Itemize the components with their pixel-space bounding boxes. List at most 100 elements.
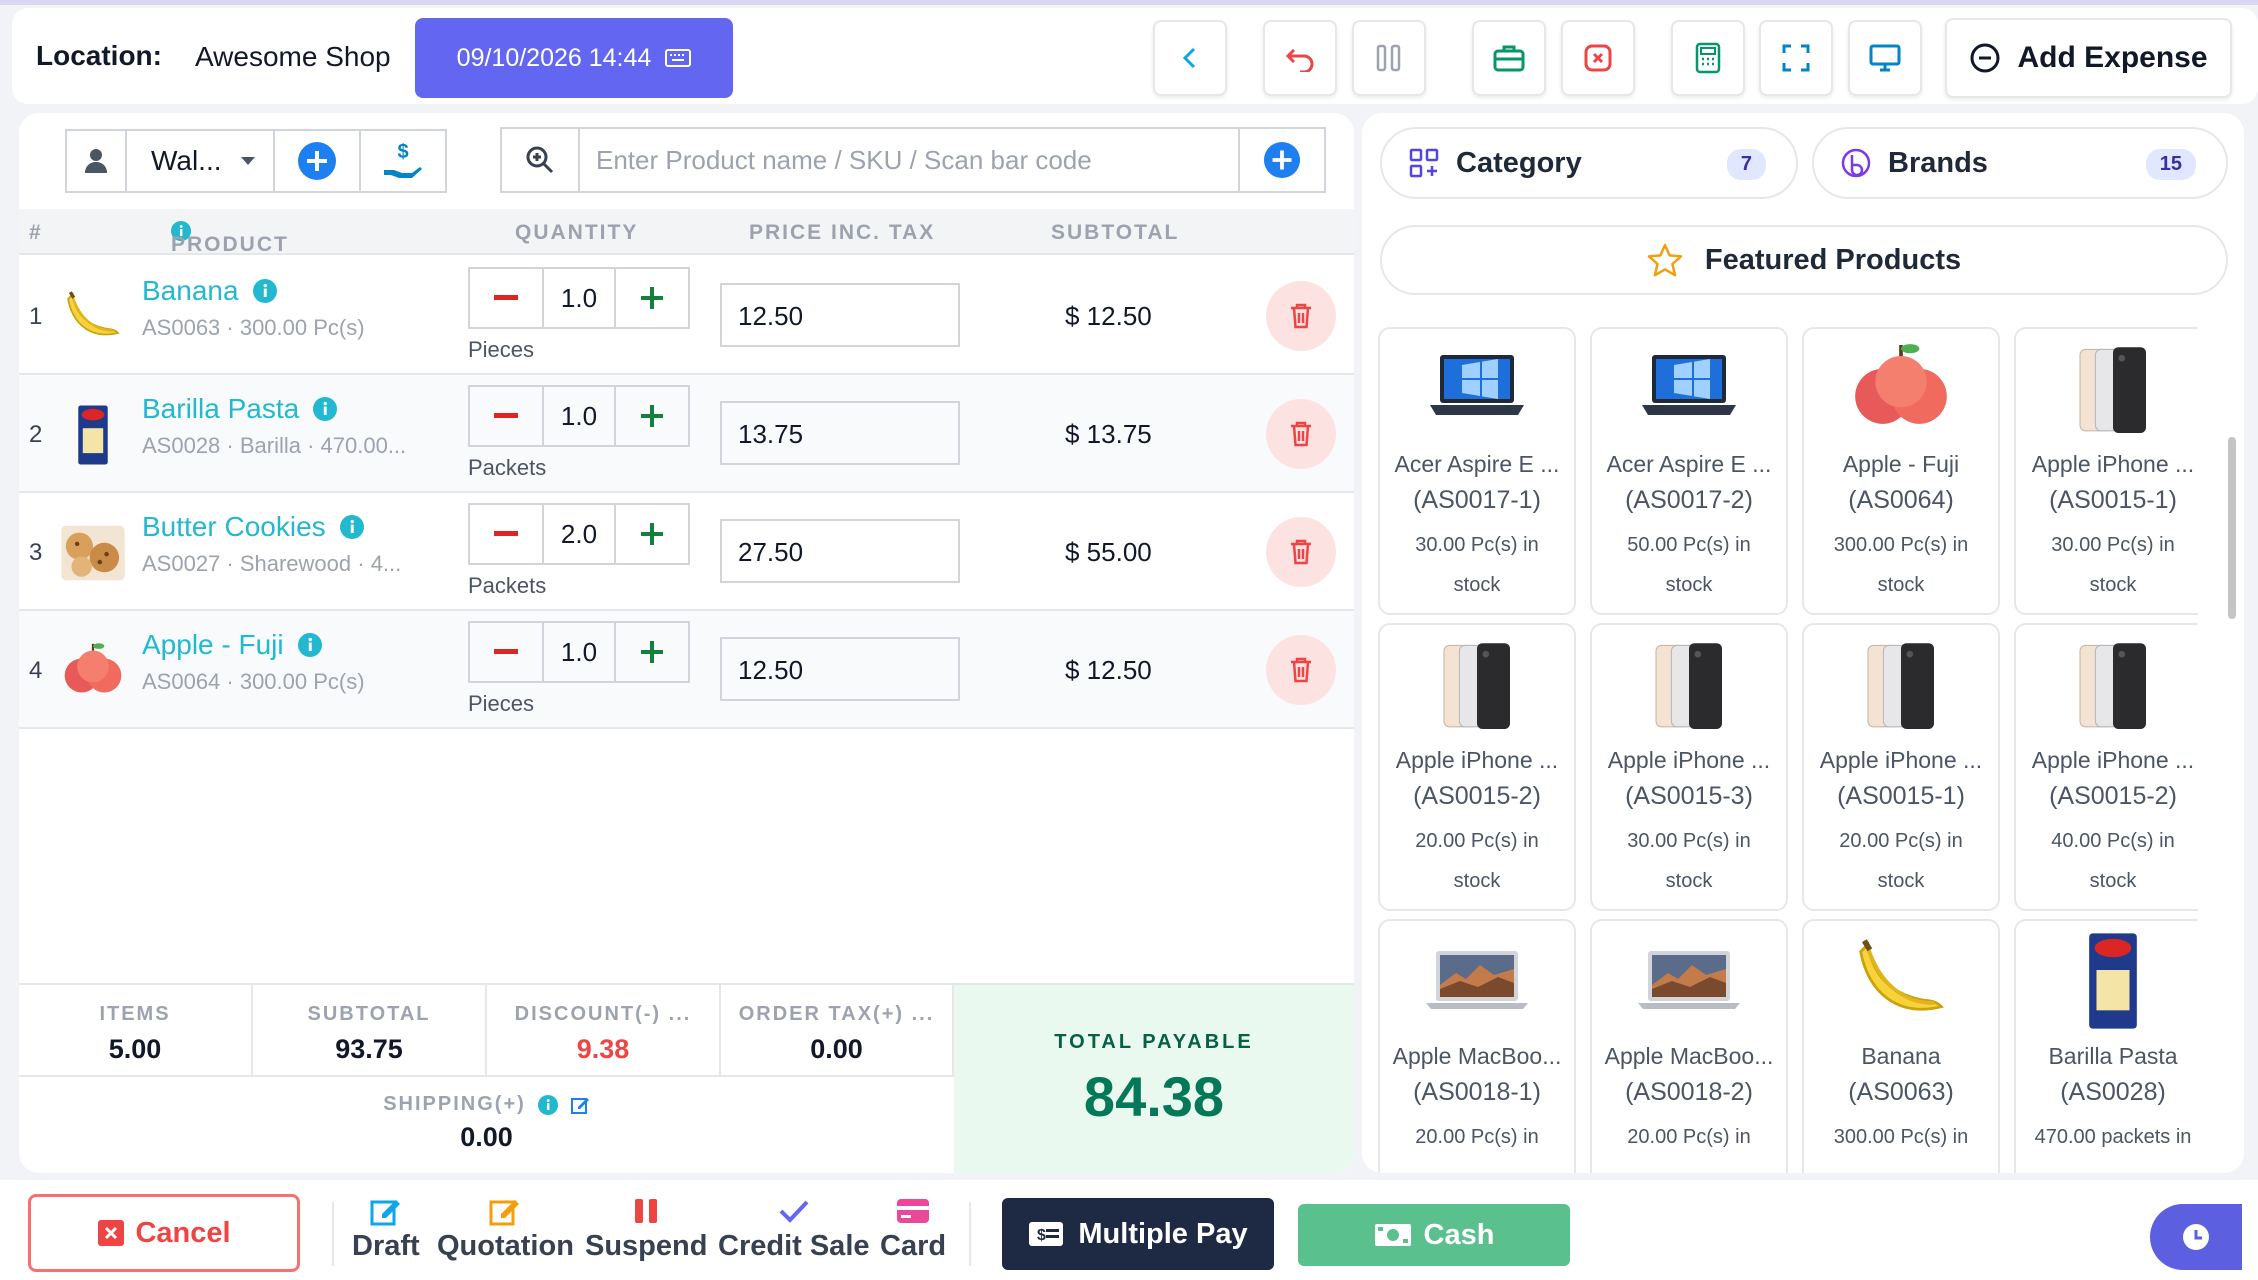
decrease-qty-button[interactable]: [470, 623, 542, 681]
cash-button[interactable]: Cash: [1298, 1204, 1570, 1266]
back-button[interactable]: [1153, 20, 1227, 96]
return-button[interactable]: [1263, 20, 1337, 96]
money-bill-icon: [1374, 1224, 1411, 1246]
decrease-qty-button[interactable]: [470, 269, 542, 327]
monitor-icon: [1869, 44, 1901, 72]
register-details-button[interactable]: [1472, 20, 1546, 96]
info-icon[interactable]: [339, 515, 364, 539]
customer-select[interactable]: Wal...: [65, 129, 275, 193]
product-card[interactable]: Apple iPhone ... (AS0015-3) 30.00 Pc(s) …: [1590, 623, 1788, 911]
quotation-button[interactable]: Quotation: [437, 1192, 574, 1263]
row-number: 1: [29, 303, 43, 330]
columns-button[interactable]: [1352, 20, 1426, 96]
recent-transactions-button[interactable]: [2150, 1204, 2242, 1270]
product-card[interactable]: Apple iPhone ... (AS0015-2) 40.00 Pc(s) …: [2014, 623, 2198, 911]
quantity-input[interactable]: 1.0: [542, 387, 616, 445]
add-customer-button[interactable]: [273, 129, 361, 193]
customer-display-button[interactable]: [1848, 20, 1922, 96]
calculator-icon: [1695, 42, 1721, 74]
product-name-link[interactable]: Barilla Pasta: [142, 393, 338, 425]
increase-qty-button[interactable]: [616, 269, 688, 327]
stock-suffix: stock: [1877, 574, 1925, 596]
stock-amount: 50.00 Pc(s) in: [1627, 534, 1751, 556]
product-card[interactable]: Apple MacBoo... (AS0018-2) 20.00 Pc(s) i…: [1590, 919, 1788, 1173]
price-input[interactable]: 12.50: [720, 637, 960, 701]
product-grid-scrollbar[interactable]: [2228, 323, 2238, 1169]
datetime-button[interactable]: 09/10/2026 14:44: [415, 18, 733, 98]
add-expense-button[interactable]: Add Expense: [1945, 18, 2232, 98]
decrease-qty-button[interactable]: [470, 505, 542, 563]
info-icon[interactable]: [297, 633, 322, 657]
brands-filter[interactable]: Brands 15: [1812, 127, 2228, 199]
featured-products-button[interactable]: Featured Products: [1380, 225, 2228, 295]
total-label: TOTAL PAYABLE: [1054, 1031, 1254, 1053]
price-input[interactable]: 12.50: [720, 283, 960, 347]
product-thumbnail: [57, 517, 129, 589]
fullscreen-button[interactable]: [1759, 20, 1833, 96]
product-search-input[interactable]: [580, 129, 1238, 191]
product-card[interactable]: Apple - Fuji (AS0064) 300.00 Pc(s) in sto…: [1802, 327, 2000, 615]
suspend-button[interactable]: Suspend: [585, 1192, 707, 1263]
summary-discount[interactable]: DISCOUNT(-) ... 9.38: [487, 985, 721, 1075]
remove-item-button[interactable]: [1266, 399, 1336, 469]
fullscreen-icon: [1782, 44, 1810, 72]
product-meta: AS0063 · 300.00 Pc(s): [142, 315, 365, 340]
products-panel: Category 7 Brands 15 Featured Products A…: [1362, 113, 2244, 1173]
plus-icon: [641, 523, 663, 545]
product-card[interactable]: Acer Aspire E ... (AS0017-2) 50.00 Pc(s)…: [1590, 327, 1788, 615]
product-name-link[interactable]: Banana: [142, 275, 277, 307]
minus-icon: [494, 531, 518, 536]
product-card[interactable]: Apple MacBoo... (AS0018-1) 20.00 Pc(s) i…: [1378, 919, 1576, 1173]
calculator-button[interactable]: [1671, 20, 1745, 96]
total-payable: TOTAL PAYABLE 84.38: [954, 985, 1354, 1173]
quantity-input[interactable]: 2.0: [542, 505, 616, 563]
remove-item-button[interactable]: [1266, 517, 1336, 587]
product-card-stock: 20.00 Pc(s) in stock: [1804, 821, 1998, 901]
price-input[interactable]: 27.50: [720, 519, 960, 583]
product-image: [2016, 921, 2198, 1041]
info-icon[interactable]: [252, 279, 277, 303]
line-subtotal: $ 12.50: [1065, 655, 1152, 685]
product-name-link[interactable]: Butter Cookies: [142, 511, 364, 543]
product-card[interactable]: Apple iPhone ... (AS0015-1) 30.00 Pc(s) …: [2014, 327, 2198, 615]
product-card[interactable]: Barilla Pasta (AS0028) 470.00 packets in: [2014, 919, 2198, 1173]
product-name-link[interactable]: Apple - Fuji: [142, 629, 322, 661]
product-card[interactable]: Banana (AS0063) 300.00 Pc(s) in: [1802, 919, 2000, 1173]
product-card-sku: (AS0015-1): [1837, 782, 1965, 810]
quantity-input[interactable]: 1.0: [542, 269, 616, 327]
product-name: Apple - Fuji: [142, 629, 284, 660]
add-product-button[interactable]: [1238, 129, 1324, 191]
cart-row: 4 Apple - Fuji AS0064 · 300.00 Pc(s) 1.0…: [19, 611, 1354, 729]
price-input[interactable]: 13.75: [720, 401, 960, 465]
col-product: PRODUCT: [171, 221, 287, 256]
customer-payment-button[interactable]: $: [359, 129, 447, 193]
remove-item-button[interactable]: [1266, 635, 1336, 705]
multiple-pay-button[interactable]: $ Multiple Pay: [1002, 1198, 1274, 1270]
cancel-button[interactable]: Cancel: [28, 1194, 300, 1272]
credit-sale-button[interactable]: Credit Sale: [718, 1192, 870, 1263]
stock-suffix: stock: [1665, 870, 1713, 892]
increase-qty-button[interactable]: [616, 387, 688, 445]
draft-button[interactable]: Draft: [352, 1192, 420, 1263]
card-button[interactable]: Card: [880, 1192, 946, 1263]
category-filter[interactable]: Category 7: [1380, 127, 1798, 199]
col-quantity: QUANTITY: [515, 221, 639, 244]
product-card[interactable]: Apple iPhone ... (AS0015-2) 20.00 Pc(s) …: [1378, 623, 1576, 911]
product-card[interactable]: Acer Aspire E ... (AS0017-1) 30.00 Pc(s)…: [1378, 327, 1576, 615]
edit-icon[interactable]: [570, 1095, 590, 1115]
close-register-button[interactable]: [1561, 20, 1635, 96]
product-card-sku: (AS0018-1): [1413, 1078, 1541, 1106]
summary-tax[interactable]: ORDER TAX(+) ... 0.00: [721, 985, 954, 1075]
increase-qty-button[interactable]: [616, 623, 688, 681]
unit-label: Packets: [468, 573, 547, 598]
location-selector[interactable]: Awesome Shop: [195, 41, 391, 73]
remove-item-button[interactable]: [1266, 281, 1336, 351]
subtotal-value: 93.75: [335, 1034, 403, 1064]
info-icon[interactable]: [313, 397, 338, 421]
increase-qty-button[interactable]: [616, 505, 688, 563]
product-card[interactable]: Apple iPhone ... (AS0015-1) 20.00 Pc(s) …: [1802, 623, 2000, 911]
draft-label: Draft: [352, 1230, 420, 1262]
decrease-qty-button[interactable]: [470, 387, 542, 445]
products-area: Category 7 Brands 15 Featured Products A…: [1362, 113, 2258, 1173]
quantity-input[interactable]: 1.0: [542, 623, 616, 681]
